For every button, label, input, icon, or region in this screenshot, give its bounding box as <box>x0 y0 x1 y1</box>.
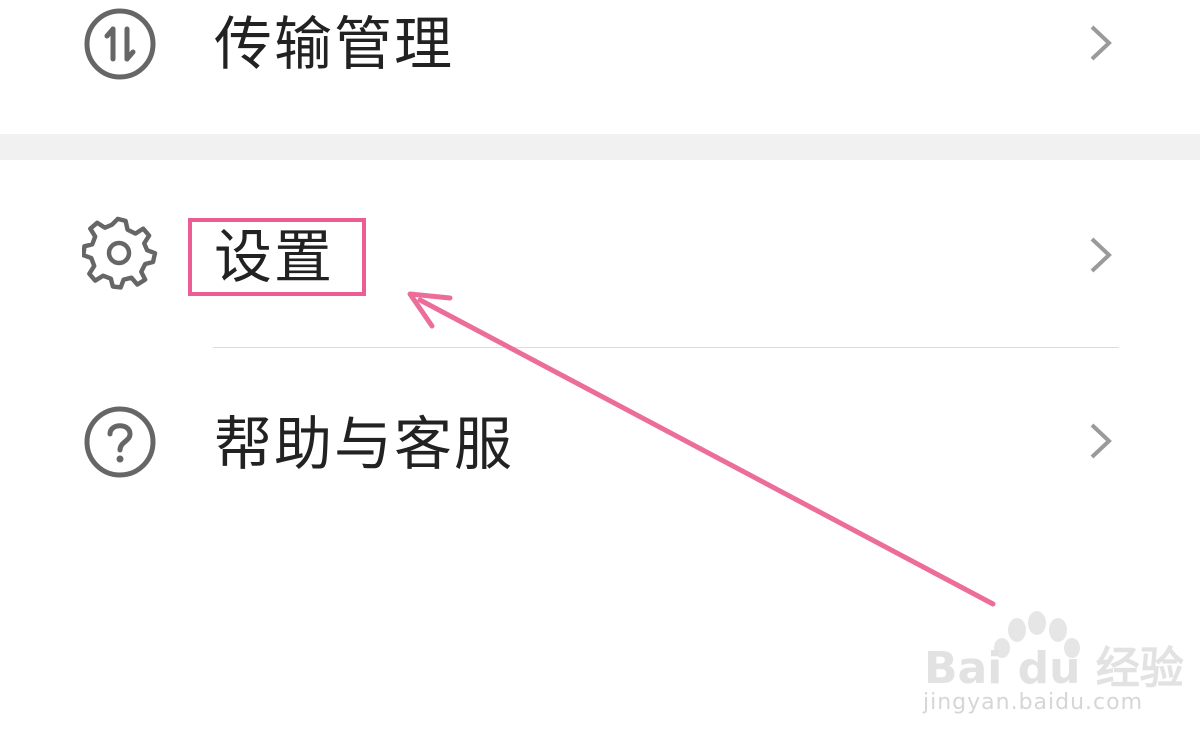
watermark-url: jingyan.baidu.com <box>923 690 1144 715</box>
watermark-brand: Bai du 经验 <box>924 643 1184 694</box>
